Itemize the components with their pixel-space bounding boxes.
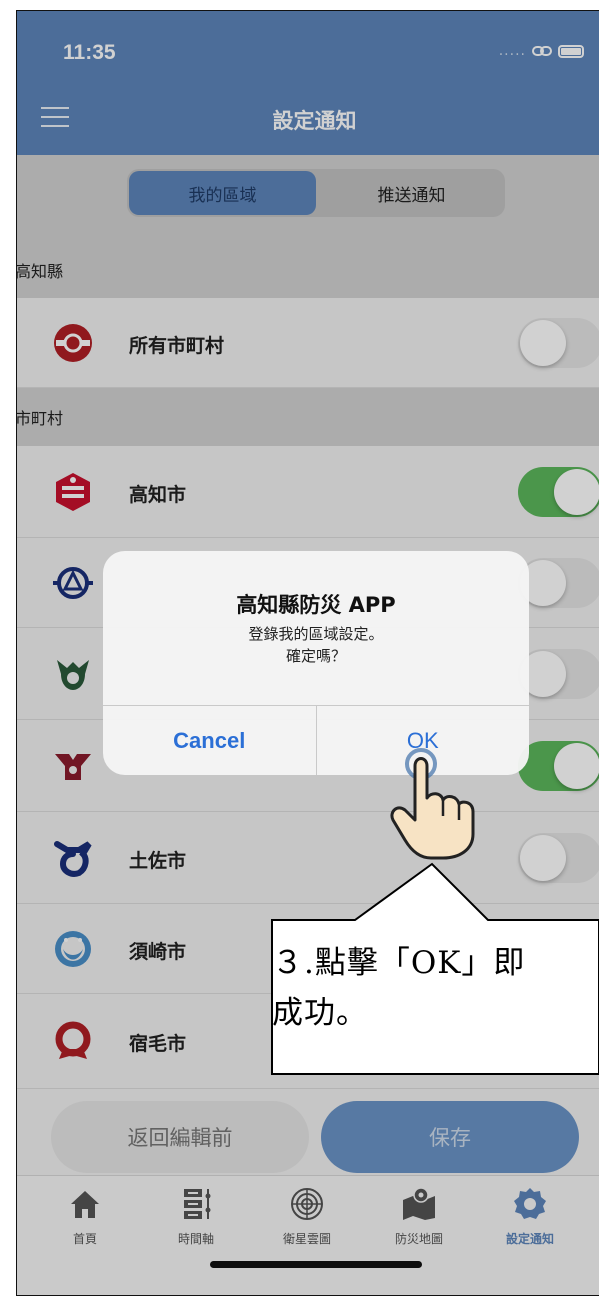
- cancel-button[interactable]: Cancel: [103, 706, 317, 775]
- dialog-message: 登錄我的區域設定。 確定嗎？: [103, 623, 529, 667]
- callout-line1: ３.點擊「OK」即: [272, 945, 526, 981]
- phone-screen: 11:35 ..... 設定通知 我的區域 推送通知 高知縣 所有市町村 市町村…: [16, 10, 599, 1296]
- callout-line2: 成功。: [272, 995, 368, 1031]
- dialog-title: 高知縣防災 APP: [236, 593, 396, 617]
- dialog-message-line1: 登錄我的區域設定。: [248, 625, 384, 643]
- callout-text: ３.點擊「OK」即 成功。: [272, 938, 592, 1038]
- pointing-hand-icon: [390, 748, 475, 860]
- dialog-message-line2: 確定嗎？: [285, 647, 346, 665]
